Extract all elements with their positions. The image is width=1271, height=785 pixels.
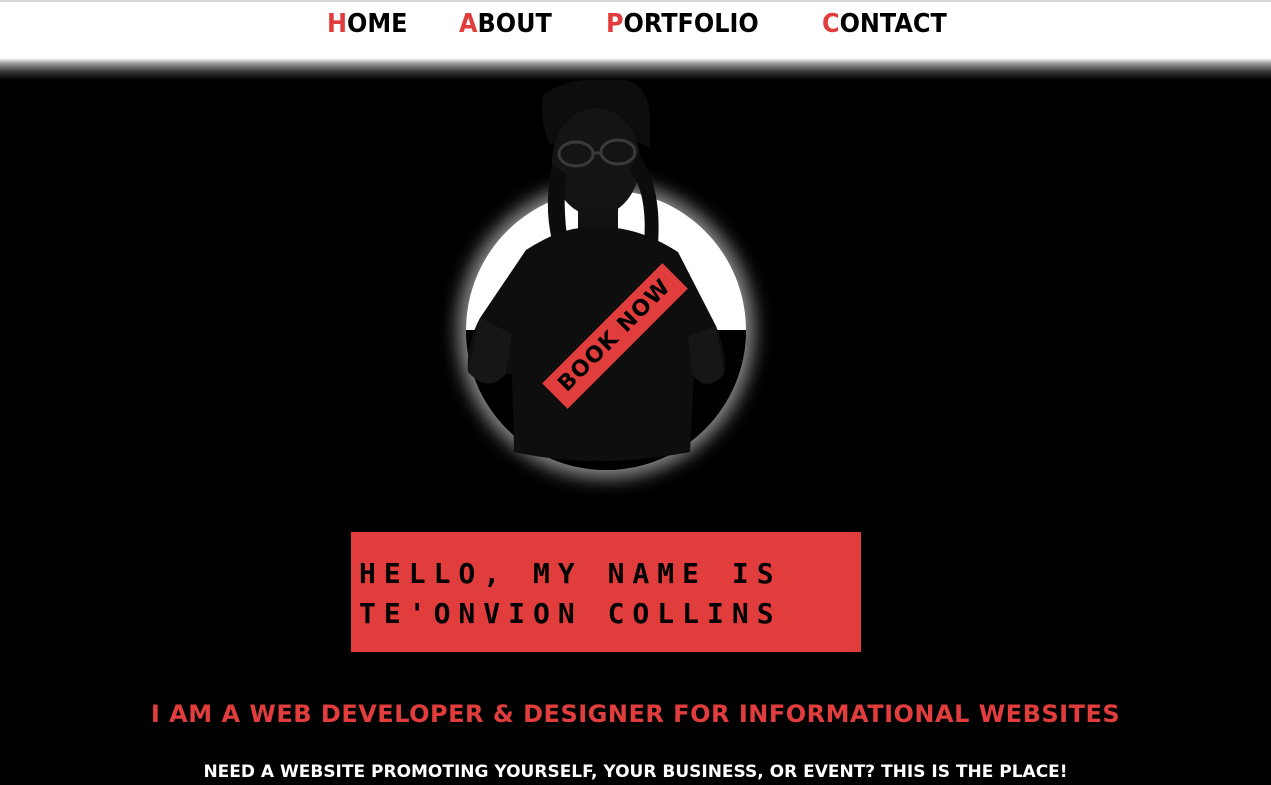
nav-contact-label: ONTACT (839, 9, 947, 39)
nav-home-link[interactable]: HOME (327, 6, 408, 42)
nav-portfolio-initial: P (606, 9, 624, 39)
nav-portfolio-link[interactable]: PORTFOLIO (606, 6, 759, 42)
nav-contact-initial: C (822, 9, 840, 39)
person-portrait-icon (467, 78, 725, 461)
hero-tagline: I AM A WEB DEVELOPER & DESIGNER FOR INFO… (150, 700, 1121, 728)
intro-line-1: HELLO, MY NAME IS (359, 557, 782, 590)
navbar: HOME ABOUT PORTFOLIO CONTACT (0, 2, 1271, 58)
intro-name-box: HELLO, MY NAME IS TE'ONVION COLLINS (351, 532, 861, 652)
hero-subline: NEED A WEBSITE PROMOTING YOURSELF, YOUR … (203, 762, 1068, 782)
nav-home-initial: H (327, 9, 348, 39)
nav-contact-link[interactable]: CONTACT (822, 6, 947, 42)
intro-line-2: TE'ONVION COLLINS (359, 597, 782, 630)
nav-home-label: OME (347, 9, 408, 39)
nav-about-initial: A (459, 9, 478, 39)
nav-portfolio-label: ORTFOLIO (623, 9, 759, 39)
navbar-shadow (0, 58, 1271, 80)
nav-about-label: BOUT (477, 9, 552, 39)
nav-about-link[interactable]: ABOUT (459, 6, 552, 42)
